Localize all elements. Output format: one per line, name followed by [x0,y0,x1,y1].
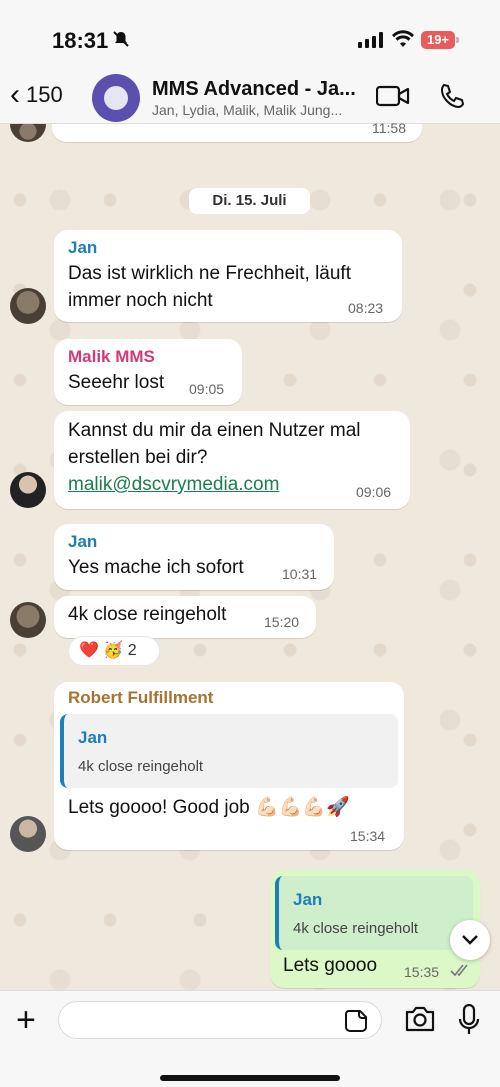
composer-bar: + [0,990,500,1087]
quoted-message[interactable]: Jan 4k close reingeholt [275,876,473,950]
reaction-emojis: ❤️ 🥳 [79,642,124,659]
message-time: 09:05 [189,381,225,397]
camera-icon[interactable] [404,1006,436,1037]
message-text-line: Seeehr lost [68,372,165,393]
scroll-to-bottom-button[interactable] [450,920,490,960]
message-bubble[interactable]: Malik MMS Seeehr lost 09:05 [54,339,242,405]
message-text-line: immer noch nicht [68,290,213,311]
unread-count: 150 [26,82,63,107]
message-text-line: 4k close reingeholt [68,604,227,625]
video-call-icon[interactable] [375,84,410,113]
message-time: 09:06 [356,484,392,500]
sender-avatar[interactable] [10,816,46,852]
message-text-line: Yes mache ich sofort [68,557,244,578]
message-bubble[interactable]: 4k close reingeholt 15:20 [54,596,316,638]
message-sender: Jan [68,532,98,551]
quoted-sender: Jan [78,728,108,747]
chevron-left-icon: ‹ [10,78,20,111]
message-text-line: Das ist wirklich ne Frechheit, läuft [68,263,351,284]
reaction-count: 2 [127,642,137,659]
double-check-icon [450,963,470,982]
chat-participants[interactable]: Jan, Lydia, Malik, Malik Jung... [152,102,342,118]
message-sender: Jan [68,238,98,257]
message-text: Lets goooo [283,955,378,976]
sender-avatar[interactable] [10,288,46,324]
message-sender: Robert Fulfillment [68,688,214,707]
chevron-down-icon [462,935,478,945]
message-bubble[interactable]: Robert Fulfillment Jan 4k close reingeho… [54,682,404,850]
sender-avatar[interactable] [10,472,46,508]
quoted-message[interactable]: Jan 4k close reingeholt [60,714,398,788]
chat-header: ‹ 150 MMS Advanced - Ja... Jan, Lydia, M… [0,70,500,124]
cellular-signal-icon [358,32,384,53]
battery-indicator: 19+ [421,31,459,49]
quoted-text: 4k close reingeholt [293,920,419,937]
message-sender: Malik MMS [68,347,155,366]
message-time: 15:20 [264,614,300,630]
message-time: 08:23 [348,300,384,316]
message-bubble-partial[interactable]: 11:58 [52,120,422,142]
own-message-bubble[interactable]: Jan 4k close reingeholt Lets goooo 15:35 [270,870,480,988]
email-link[interactable]: malik@dscvrymedia.com [68,471,279,499]
message-time: 15:35 [404,964,440,980]
group-avatar[interactable] [92,74,140,122]
message-time: 11:58 [372,120,406,136]
message-time: 15:34 [350,828,386,844]
date-separator: Di. 15. Juli [189,188,310,214]
quoted-text: 4k close reingeholt [78,758,204,775]
wifi-icon [392,30,414,53]
status-bar: 18:31 19+ [0,0,500,70]
home-indicator [160,1075,340,1081]
message-bubble[interactable]: Kannst du mir da einen Nutzer mal erstel… [54,411,410,509]
message-bubble[interactable]: Jan Yes mache ich sofort 10:31 [54,524,334,590]
phone-call-icon[interactable] [438,82,466,115]
message-text-line: erstellen bei dir? [68,447,208,468]
sticker-icon[interactable] [344,1009,368,1038]
message-bubble[interactable]: Jan Das ist wirklich ne Frechheit, läuft… [54,230,402,322]
back-button[interactable]: ‹ 150 [10,78,63,111]
message-text: Lets goooo! Good job 💪🏻💪🏻💪🏻🚀 [68,797,350,818]
status-time: 18:31 [52,28,109,53]
chat-title[interactable]: MMS Advanced - Ja... [152,78,356,101]
attach-plus-icon[interactable]: + [16,1001,36,1040]
message-text-line: Kannst du mir da einen Nutzer mal [68,420,361,441]
sender-avatar[interactable] [10,602,46,638]
microphone-icon[interactable] [458,1003,480,1041]
message-time: 10:31 [282,566,318,582]
message-reactions[interactable]: ❤️ 🥳 2 [68,636,160,666]
bell-muted-icon [112,30,130,53]
message-input[interactable] [58,1001,382,1039]
quoted-sender: Jan [293,890,323,909]
